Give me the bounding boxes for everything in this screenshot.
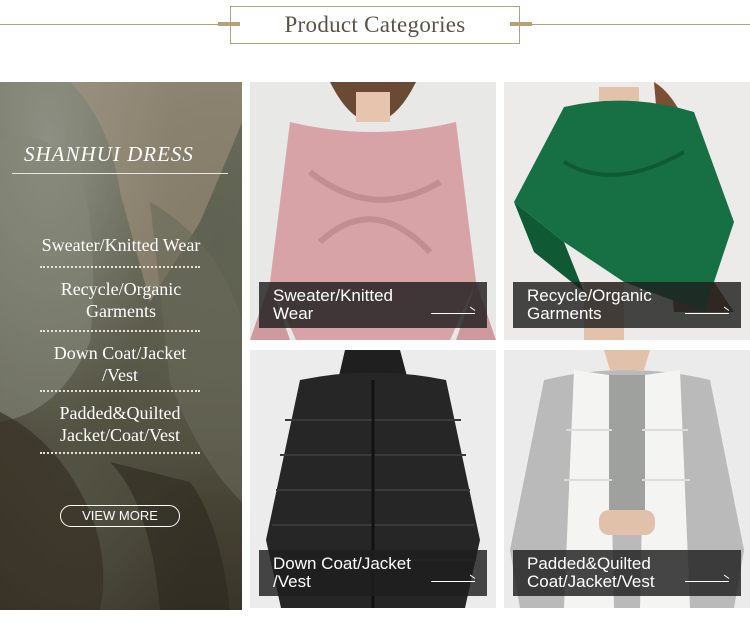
product-tile-padded[interactable]: Padded&Quilted Coat/Jacket/Vest [504, 350, 750, 608]
tile-caption: Recycle/Organic Garments [513, 282, 741, 328]
product-tile-down-coat[interactable]: Down Coat/Jacket /Vest [250, 350, 496, 608]
tile-caption-text: Padded&Quilted Coat/Jacket/Vest [527, 554, 655, 591]
divider [40, 390, 200, 392]
promo-panel: SHANHUI DRESS Sweater/Knitted Wear Recyc… [0, 82, 242, 610]
section-title: Product Categories [284, 12, 466, 37]
divider [40, 266, 200, 268]
arrow-right-icon [685, 581, 729, 582]
arrow-right-icon [431, 581, 475, 582]
brand-underline [12, 173, 228, 174]
divider [40, 330, 200, 332]
section-title-box: Product Categories [230, 6, 520, 44]
header-rule-right [518, 24, 750, 25]
tile-caption-text: Sweater/Knitted Wear [273, 286, 394, 323]
brand-name: SHANHUI DRESS [24, 142, 194, 166]
promo-category-padded[interactable]: Padded&Quilted Jacket/Coat/Vest [40, 402, 200, 446]
arrow-right-icon [685, 313, 729, 314]
tile-caption-text: Recycle/Organic Garments [527, 286, 652, 323]
tile-caption-text: Down Coat/Jacket /Vest [273, 554, 411, 591]
divider [40, 452, 200, 454]
product-tile-recycle[interactable]: Recycle/Organic Garments [504, 82, 750, 340]
promo-category-sweater[interactable]: Sweater/Knitted Wear [0, 234, 242, 256]
arrow-right-icon [431, 313, 475, 314]
tile-caption: Down Coat/Jacket /Vest [259, 550, 487, 596]
tile-caption: Sweater/Knitted Wear [259, 282, 487, 328]
product-tile-sweater[interactable]: Sweater/Knitted Wear [250, 82, 496, 340]
header-rule-left [0, 24, 232, 25]
view-more-button[interactable]: VIEW MORE [60, 505, 180, 527]
promo-category-down-coat[interactable]: Down Coat/Jacket /Vest [45, 342, 195, 386]
tile-caption: Padded&Quilted Coat/Jacket/Vest [513, 550, 741, 596]
promo-category-recycle[interactable]: Recycle/Organic Garments [37, 278, 205, 322]
